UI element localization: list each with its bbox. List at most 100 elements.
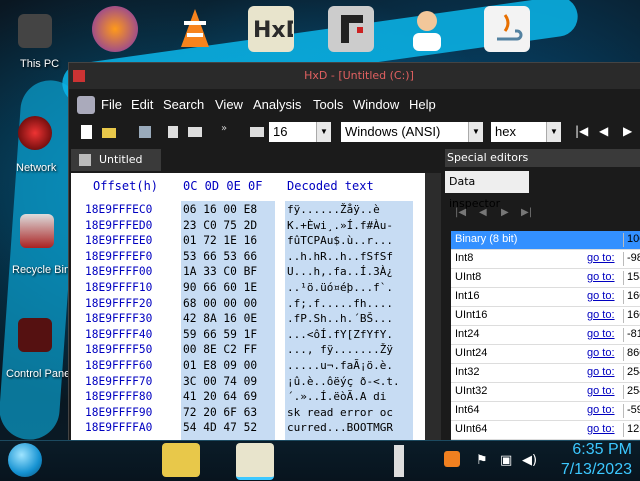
first-block-icon[interactable]: |◀ [575, 124, 588, 138]
next-block-icon[interactable]: ▶ [623, 124, 632, 138]
inspector-prev-icon[interactable]: ◀ [479, 207, 487, 218]
chevron-down-icon[interactable]: ▼ [546, 122, 561, 142]
menu-view[interactable]: View [215, 97, 243, 112]
save-icon[interactable] [137, 124, 153, 140]
hxd-taskbar-icon[interactable] [236, 443, 274, 480]
row-hex-bytes[interactable]: 42 8A 16 0E [183, 312, 257, 325]
inspector-value[interactable]: 254 [623, 385, 640, 399]
show-hidden-tray-button[interactable] [394, 445, 404, 477]
row-decoded-text[interactable]: U...h,.fa..Í.3À¿ [287, 265, 393, 278]
row-hex-bytes[interactable]: 90 66 60 1E [183, 281, 257, 294]
row-decoded-text[interactable]: fÿ......Žåÿ..è [287, 203, 380, 216]
inspector-value[interactable]: 860 [623, 347, 640, 361]
row-hex-bytes[interactable]: 06 16 00 E8 [183, 203, 257, 216]
menu-help[interactable]: Help [409, 97, 436, 112]
go-to-link[interactable]: go to: [587, 423, 615, 435]
volume-icon[interactable]: ◀) [522, 453, 537, 468]
inspector-value[interactable]: 160 [623, 290, 640, 304]
inspector-value[interactable]: -81 [623, 328, 640, 342]
charset-select[interactable]: Windows (ANSI) ▼ [341, 122, 483, 142]
inspector-value[interactable]: -59 [623, 404, 640, 418]
row-decoded-text[interactable]: .....u¬.faÃ¡ö.è. [287, 359, 393, 372]
chevron-down-icon[interactable]: ▼ [468, 122, 483, 142]
java-icon[interactable] [484, 6, 530, 52]
row-hex-bytes[interactable]: 72 20 6F 63 [183, 406, 257, 419]
inspector-row[interactable]: Int64 go to: -59 [451, 402, 640, 421]
inspector-row[interactable]: UInt64 go to: 125 [451, 421, 640, 440]
vlc-icon[interactable] [172, 6, 218, 52]
go-to-link[interactable]: go to: [587, 328, 615, 340]
menu-file[interactable]: File [101, 97, 122, 112]
row-decoded-text[interactable]: ..¹ö.üó¤éþ...f`. [287, 281, 393, 294]
go-to-link[interactable]: go to: [587, 309, 615, 321]
this-pc-icon[interactable] [18, 14, 52, 48]
recycle-bin-icon[interactable] [20, 214, 54, 248]
inspector-row[interactable]: UInt32 go to: 254 [451, 383, 640, 402]
app-tray-icon[interactable] [444, 451, 460, 467]
app-icon[interactable] [328, 6, 374, 52]
chevron-down-icon[interactable]: ▼ [316, 122, 331, 142]
menu-tools[interactable]: Tools [313, 97, 343, 112]
prev-block-icon[interactable]: ◀ [599, 124, 608, 138]
menu-edit[interactable]: Edit [131, 97, 153, 112]
row-hex-bytes[interactable]: 53 66 53 66 [183, 250, 257, 263]
control-panel-icon[interactable] [18, 318, 52, 352]
inspector-row[interactable]: Int24 go to: -81 [451, 326, 640, 345]
inspector-last-icon[interactable]: ▶| [521, 207, 532, 218]
inspector-row[interactable]: Binary (8 bit) 100 [451, 231, 640, 250]
file-explorer-icon[interactable] [162, 443, 200, 477]
row-hex-bytes[interactable]: 01 72 1E 16 [183, 234, 257, 247]
row-hex-bytes[interactable]: 59 66 59 1F [183, 328, 257, 341]
doctor-icon[interactable] [404, 6, 450, 52]
bytes-per-row-select[interactable]: 16 ▼ [269, 122, 331, 142]
inspector-row[interactable]: UInt24 go to: 860 [451, 345, 640, 364]
inspector-value[interactable]: -98 [623, 252, 640, 266]
window-titlebar[interactable]: HxD - [Untitled (C:)] [69, 63, 640, 89]
network-tray-icon[interactable]: ▣ [500, 453, 512, 468]
inspector-row[interactable]: Int16 go to: 160 [451, 288, 640, 307]
row-decoded-text[interactable]: curred...BOOTMGR [287, 421, 393, 434]
row-hex-bytes[interactable]: 1A 33 C0 BF [183, 265, 257, 278]
go-to-link[interactable]: go to: [587, 385, 615, 397]
menu-search[interactable]: Search [163, 97, 204, 112]
ram-icon[interactable] [187, 124, 203, 140]
clock-time[interactable]: 6:35 PM [572, 441, 632, 459]
row-decoded-text[interactable]: ...<ôÍ.fY[ZfYfY. [287, 328, 393, 341]
row-hex-bytes[interactable]: 23 C0 75 2D [183, 219, 257, 232]
row-decoded-text[interactable]: .fP.Sh..h.´BŠ... [287, 312, 393, 325]
row-decoded-text[interactable]: ´.»..Í.ëòÃ.A di [287, 390, 386, 403]
hxd-window[interactable]: HxD - [Untitled (C:)] File Edit Search V… [68, 62, 640, 444]
menu-analysis[interactable]: Analysis [253, 97, 301, 112]
row-hex-bytes[interactable]: 68 00 00 00 [183, 297, 257, 310]
go-to-link[interactable]: go to: [587, 366, 615, 378]
inspector-first-icon[interactable]: |◀ [455, 207, 466, 218]
go-to-link[interactable]: go to: [587, 347, 615, 359]
row-decoded-text[interactable]: ..., fÿ.......Žÿ [287, 343, 393, 356]
row-decoded-text[interactable]: sk read error oc [287, 406, 393, 419]
inspector-value[interactable]: 100 [623, 233, 640, 247]
inspector-row[interactable]: Int8 go to: -98 [451, 250, 640, 269]
inspector-next-icon[interactable]: ▶ [501, 207, 509, 218]
open-folder-icon[interactable] [101, 124, 117, 140]
row-hex-bytes[interactable]: 00 8E C2 FF [183, 343, 257, 356]
new-file-icon[interactable] [79, 124, 95, 140]
offset-base-select[interactable]: hex ▼ [491, 122, 561, 142]
inspector-value[interactable]: 125 [623, 423, 640, 437]
go-to-link[interactable]: go to: [587, 271, 615, 283]
inspector-value[interactable]: 158 [623, 271, 640, 285]
tab-data-inspector[interactable]: Data inspector [445, 171, 529, 210]
inspector-row[interactable]: UInt16 go to: 160 [451, 307, 640, 326]
hxd-icon[interactable]: HxD [248, 6, 294, 52]
row-hex-bytes[interactable]: 01 E8 09 00 [183, 359, 257, 372]
app-menu-icon[interactable] [77, 96, 95, 114]
inspector-row[interactable]: Int32 go to: 254 [451, 364, 640, 383]
disk-icon[interactable] [165, 124, 181, 140]
menu-window[interactable]: Window [353, 97, 399, 112]
hex-scrollbar[interactable] [425, 173, 441, 443]
go-to-link[interactable]: go to: [587, 404, 615, 416]
row-decoded-text[interactable]: K.+Èwi¸.»Í.f#Àu- [287, 219, 393, 232]
inspector-row[interactable]: UInt8 go to: 158 [451, 269, 640, 288]
row-hex-bytes[interactable]: 3C 00 74 09 [183, 375, 257, 388]
hex-editor-pane[interactable]: Offset(h) 0C 0D 0E 0F Decoded text 18E9F… [71, 173, 425, 443]
flag-icon[interactable]: ⚑ [476, 453, 488, 468]
